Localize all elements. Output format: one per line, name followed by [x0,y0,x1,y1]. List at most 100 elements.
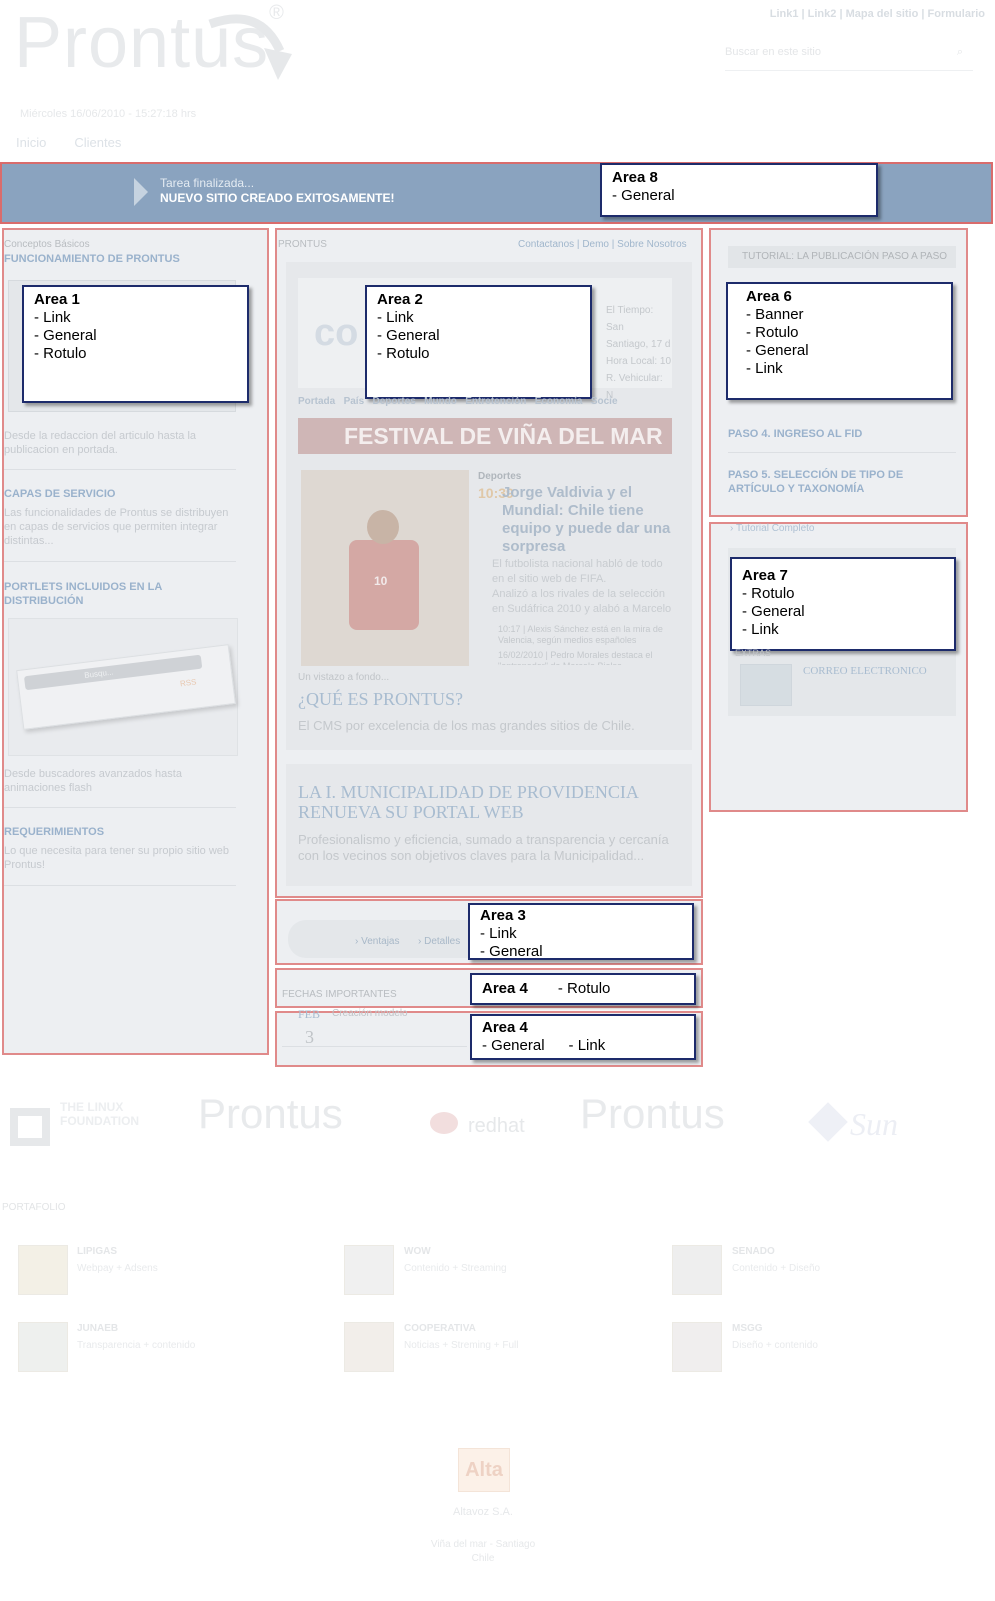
altavoz-logo[interactable]: Alta [458,1448,510,1492]
full-tutorial-link[interactable]: › Tutorial Completo [730,523,815,534]
label-area-3: Area 3- Link - General [468,903,694,960]
date-event[interactable]: Creación modelo [332,1008,408,1019]
related-link[interactable]: 16/02/2010 | Pedro Morales destaca el "e… [498,650,672,665]
featured-title[interactable]: ¿QUÉ ES PRONTUS? [298,689,463,710]
news-bullet: El futbolista nacional habló de todo en … [492,558,663,585]
rss-icon: RSS [179,677,197,689]
portfolio-item[interactable] [672,1245,722,1295]
top-link[interactable]: Formulario [928,8,985,20]
footer-city: Viña del mar - Santiago [430,1539,536,1550]
center-links: Contactanos | Demo | Sobre Nosotros [518,239,687,250]
search-mini: Busqu... [23,654,203,691]
divider [728,452,956,453]
portfolio-thumb [672,1245,722,1295]
weather-text: El Tiempo: San [606,305,654,333]
label-area-6: Area 6- Banner - Rotulo - General - Link [726,282,953,400]
story-title[interactable]: LA I. MUNICIPALIDAD DE PROVIDENCIA RENUE… [298,782,678,822]
portfolio-text: WOW Contenido + Streaming [404,1246,507,1274]
portfolio-item[interactable] [18,1322,68,1372]
article-title[interactable]: REQUERIMIENTOS [4,826,104,838]
portfolio-title: PORTAFOLIO [2,1202,66,1213]
top-links: Link1 | Link2 | Mapa del sitio | Formula… [769,8,985,20]
news-headline[interactable]: Jorge Valdivia y el Mundial: Chile tiene… [502,484,672,556]
label-area-7: Area 7- Rotulo - General - Link [730,557,956,651]
news-bullet: Analizó a los rivales de la selección en… [492,588,672,615]
news-category: Deportes [478,471,522,482]
search-input[interactable]: Buscar en este sitio ⌕ [725,46,973,71]
top-link[interactable]: Link1 [770,8,799,20]
section-title: PRONTUS [278,239,327,250]
top-link[interactable]: Link2 [808,8,837,20]
divider [4,885,236,886]
kicker: Conceptos Básicos [4,239,90,250]
portfolio-thumb [672,1322,722,1372]
tutorial-banner[interactable]: TUTORIAL: LA PUBLICACIÓN PASO A PASO [728,246,956,268]
prontus-logo[interactable]: Prontus [580,1090,725,1138]
portfolio-item[interactable] [18,1245,68,1295]
tutorial-step[interactable]: PASO 4. INGRESO AL FID [728,428,862,440]
portfolio-text: COOPERATIVA Noticias + Streming + Full [404,1323,519,1351]
festival-banner[interactable]: FESTIVAL DE VIÑA DEL MAR [298,418,672,454]
link-demo[interactable]: Demo [582,239,609,250]
redhat-logo[interactable]: redhat [468,1115,525,1138]
date-time: Miércoles 16/06/2010 - 15:27:18 hrs [20,108,197,120]
tab-detalles[interactable]: › Detalles [418,936,460,947]
sun-icon [808,1102,848,1142]
link-sobre-nosotros[interactable]: Sobre Nosotros [617,239,686,250]
dates-title: FECHAS IMPORTANTES [282,989,397,1000]
portfolio-text: JUNAEB Transparencia + contenido [77,1323,196,1351]
search-icon[interactable]: ⌕ [957,46,963,59]
nav-item-inicio[interactable]: Inicio [16,135,46,150]
top-link[interactable]: Mapa del sitio [846,8,919,20]
extras-title: EXTRAS [735,648,772,658]
portfolio-item[interactable] [672,1322,722,1372]
portfolio-text: MSGG Diseño + contenido [732,1323,818,1351]
article-desc: Desde la redaccion del articulo hasta la… [4,430,197,456]
article-desc: Lo que necesita para tener su propio sit… [4,845,230,871]
label-area-4b: Area 4- General - Link [470,1014,696,1060]
label-area-2: Area 2- Link - General - Rotulo [365,285,592,399]
banner-line2: NUEVO SITIO CREADO EXITOSAMENTE! [160,191,395,205]
portfolio-thumb [344,1322,394,1372]
label-area-1: Area 1- Link - General - Rotulo [22,285,249,403]
divider [4,469,236,470]
arrow-icon [134,178,148,206]
article-desc: Las funcionalidades de Prontus se distri… [4,507,229,547]
related-link[interactable]: 10:17 | Alexis Sánchez está en la mira d… [498,624,672,646]
portlet-image: Busqu... RSS [8,618,238,756]
mail-link[interactable]: CORREO ELECTRONICO [803,665,927,677]
portfolio-item[interactable] [344,1245,394,1295]
label-area-8: Area 8- General [600,163,878,217]
weather-text: Hora Local: 10 [606,356,672,367]
date-day: 3 [305,1027,314,1047]
divider [282,1046,467,1047]
prontus-logo[interactable]: Prontus [198,1090,343,1138]
story-desc: Profesionalismo y eficiencia, sumado a t… [298,832,669,863]
banner-line1: Tarea finalizada... [160,176,255,190]
nav-item-clientes[interactable]: Clientes [74,135,121,150]
portfolio-thumb [18,1322,68,1372]
label-area-4a: Area 4- Rotulo [470,973,696,1005]
news-logo: co [314,312,359,354]
footer-company: Altavoz S.A. [453,1506,513,1518]
portfolio-thumb [344,1245,394,1295]
portfolio-item[interactable] [344,1322,394,1372]
sun-logo[interactable]: Sun [850,1106,898,1143]
linux-foundation-logo[interactable]: THE LINUX FOUNDATION [10,1100,185,1156]
glance-kicker: Un vistazo a fondo... [298,672,390,683]
tutorial-step[interactable]: PASO 5. SELECCIÓN DE TIPO DE ARTÍCULO Y … [728,468,928,496]
featured-desc: El CMS por excelencia de los mas grandes… [298,718,635,733]
redhat-icon [430,1112,458,1134]
news-photo: 10 [301,470,469,666]
article-title[interactable]: CAPAS DE SERVICIO [4,488,115,500]
tab-ventajas[interactable]: › Ventajas [355,936,399,947]
main-nav: Inicio Clientes [16,135,149,150]
link-contactanos[interactable]: Contactanos [518,239,574,250]
divider [4,807,236,808]
article-title[interactable]: PORTLETS INCLUIDOS EN LA DISTRIBUCIÓN [4,580,204,608]
article-desc: Desde buscadores avanzados hasta animaci… [4,768,182,794]
news-nav-strip[interactable]: Portada País Deportes Mundo Entretención… [298,396,672,408]
article-title[interactable]: FUNCIONAMIENTO DE PRONTUS [4,253,180,265]
weather-text: Santiago, 17 d [606,339,671,350]
logo-arrow-icon [208,14,292,80]
